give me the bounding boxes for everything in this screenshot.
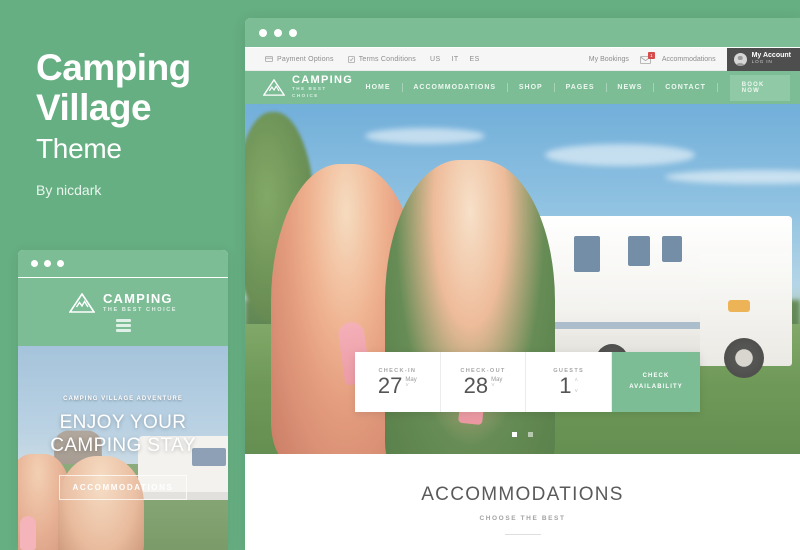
avatar-icon bbox=[733, 53, 747, 66]
nav-link-home[interactable]: HOME bbox=[355, 84, 402, 91]
checkin-day: 27 bbox=[377, 372, 403, 398]
promo-title-line1: Camping bbox=[36, 47, 191, 88]
checkin-month-group: May ˅ bbox=[405, 375, 416, 389]
section-subtitle: CHOOSE THE BEST bbox=[479, 515, 566, 522]
window-dot-1 bbox=[31, 260, 38, 267]
nav-link-news[interactable]: NEWS bbox=[606, 84, 653, 91]
checkout-month: May bbox=[491, 376, 503, 383]
check-availability-line2: AVAILABILITY bbox=[629, 384, 683, 390]
site-logo-name: CAMPING bbox=[292, 73, 354, 86]
topbar-link-my-bookings[interactable]: My Bookings bbox=[589, 56, 629, 63]
mobile-hero-headline-line1: ENJOY YOUR bbox=[59, 412, 187, 434]
browser-window-dot-1[interactable] bbox=[259, 28, 267, 37]
check-availability-line1: CHECK bbox=[642, 373, 670, 380]
browser-window-dot-2[interactable] bbox=[274, 28, 282, 37]
mobile-hero-headline: ENJOY YOUR CAMPING STAY bbox=[50, 412, 196, 457]
chevron-down-icon[interactable]: ˅ bbox=[405, 383, 416, 389]
promo-author: By nicdark bbox=[36, 181, 102, 198]
slider-dots bbox=[245, 432, 800, 437]
account-status: LOG IN bbox=[751, 60, 773, 66]
guests-value-row: 1 ˄ ˅ bbox=[559, 372, 579, 398]
mobile-accommodations-button[interactable]: ACCOMMODATIONS bbox=[58, 474, 188, 500]
nav-link-shop[interactable]: SHOP bbox=[508, 84, 554, 91]
checkin-month: May bbox=[405, 376, 417, 383]
window-dot-2 bbox=[44, 260, 51, 267]
mobile-nav: CAMPING THE BEST CHOICE bbox=[18, 278, 228, 346]
slider-dot-2[interactable] bbox=[528, 432, 533, 437]
checkout-day: 28 bbox=[463, 372, 489, 398]
checkin-field[interactable]: CHECK-IN 27 May ˅ bbox=[355, 352, 441, 412]
nav-link-pages[interactable]: PAGES bbox=[555, 84, 606, 91]
account-text: My Account LOG IN bbox=[752, 52, 791, 66]
topbar-label-payment-options: Payment Options bbox=[277, 55, 334, 63]
window-dot-3 bbox=[57, 260, 64, 267]
mobile-logo-name: CAMPING bbox=[102, 291, 173, 307]
guests-field[interactable]: GUESTS 1 ˄ ˅ bbox=[526, 352, 613, 412]
section-title: ACCOMMODATIONS bbox=[421, 484, 624, 505]
mobile-mockup: CAMPING THE BEST CHOICE CAMPING VILLAGE … bbox=[18, 250, 228, 550]
browser-window-dot-3[interactable] bbox=[289, 28, 297, 37]
chevron-down-icon[interactable]: ˅ bbox=[491, 383, 502, 389]
promo-subtitle: Theme bbox=[36, 132, 122, 164]
language-es[interactable]: ES bbox=[470, 56, 480, 63]
checkin-value-row: 27 May ˅ bbox=[377, 372, 417, 398]
credit-card-icon bbox=[265, 56, 273, 62]
nav-links: HOME ACCOMMODATIONS SHOP PAGES NEWS CONT… bbox=[355, 74, 791, 101]
nav-separator bbox=[716, 83, 718, 92]
checkout-month-group: May ˅ bbox=[491, 375, 502, 389]
guests-value: 1 bbox=[559, 372, 572, 398]
accommodations-section: ACCOMMODATIONS CHOOSE THE BEST bbox=[245, 454, 800, 535]
mobile-logo-tagline: THE BEST CHOICE bbox=[102, 306, 178, 313]
site-logo-text: CAMPING THE BEST CHOICE bbox=[292, 73, 355, 100]
messages-button[interactable]: 1 bbox=[639, 51, 655, 64]
site-logo[interactable]: CAMPING THE BEST CHOICE bbox=[263, 73, 355, 100]
utility-topbar: Payment Options Terms Conditions US IT E… bbox=[245, 48, 800, 71]
chevron-up-icon[interactable]: ˄ bbox=[575, 378, 579, 384]
mountain-icon bbox=[68, 293, 95, 314]
hero-slider: CHECK-IN 27 May ˅ CHECK-OUT 28 May ˅ GUE… bbox=[245, 104, 800, 454]
mobile-chrome-bar bbox=[18, 250, 228, 278]
language-us[interactable]: US bbox=[430, 56, 441, 63]
browser-chrome-bar bbox=[245, 18, 800, 48]
hamburger-icon[interactable] bbox=[115, 319, 131, 332]
checklist-icon bbox=[347, 55, 355, 63]
mountain-icon bbox=[263, 78, 285, 96]
topbar-right-group: My Bookings 1 Accommodations My Account … bbox=[589, 48, 800, 71]
topbar-item-payment-options[interactable]: Payment Options bbox=[265, 56, 334, 63]
nav-link-contact[interactable]: CONTACT bbox=[654, 84, 717, 91]
section-divider bbox=[504, 534, 541, 535]
nav-link-accommodations[interactable]: ACCOMMODATIONS bbox=[402, 84, 507, 91]
book-now-button[interactable]: BOOK NOW bbox=[729, 74, 791, 101]
check-availability-button[interactable]: CHECK AVAILABILITY bbox=[612, 352, 701, 412]
mobile-hero-headline-line2: CAMPING STAY bbox=[50, 434, 196, 456]
mobile-logo-text: CAMPING THE BEST CHOICE bbox=[102, 291, 178, 314]
topbar-label-terms-conditions: Terms Conditions bbox=[358, 55, 416, 63]
checkout-field[interactable]: CHECK-OUT 28 May ˅ bbox=[441, 352, 527, 412]
browser-mockup: Payment Options Terms Conditions US IT E… bbox=[245, 18, 800, 550]
chevron-down-icon[interactable]: ˅ bbox=[575, 389, 579, 395]
mobile-hero-content: CAMPING VILLAGE ADVENTURE ENJOY YOUR CAM… bbox=[18, 346, 228, 550]
topbar-link-accommodations[interactable]: Accommodations bbox=[662, 56, 716, 63]
main-nav: CAMPING THE BEST CHOICE HOME ACCOMMODATI… bbox=[245, 71, 800, 104]
language-it[interactable]: IT bbox=[452, 56, 459, 63]
guests-stepper[interactable]: ˄ ˅ bbox=[575, 378, 579, 395]
mobile-logo[interactable]: CAMPING THE BEST CHOICE bbox=[68, 291, 178, 314]
topbar-item-terms-conditions[interactable]: Terms Conditions bbox=[347, 55, 416, 63]
messages-badge: 1 bbox=[647, 51, 655, 59]
checkout-value-row: 28 May ˅ bbox=[463, 372, 503, 398]
promo-title-line2: Village bbox=[36, 86, 152, 128]
promo-title: Camping Village bbox=[36, 48, 245, 128]
mobile-hero: CAMPING VILLAGE ADVENTURE ENJOY YOUR CAM… bbox=[18, 346, 228, 550]
my-account-button[interactable]: My Account LOG IN bbox=[726, 48, 800, 71]
site-logo-tagline: THE BEST CHOICE bbox=[292, 86, 327, 99]
mobile-hero-tagline: CAMPING VILLAGE ADVENTURE bbox=[63, 396, 183, 403]
slider-dot-1[interactable] bbox=[512, 432, 517, 437]
booking-widget: CHECK-IN 27 May ˅ CHECK-OUT 28 May ˅ GUE… bbox=[355, 352, 701, 412]
